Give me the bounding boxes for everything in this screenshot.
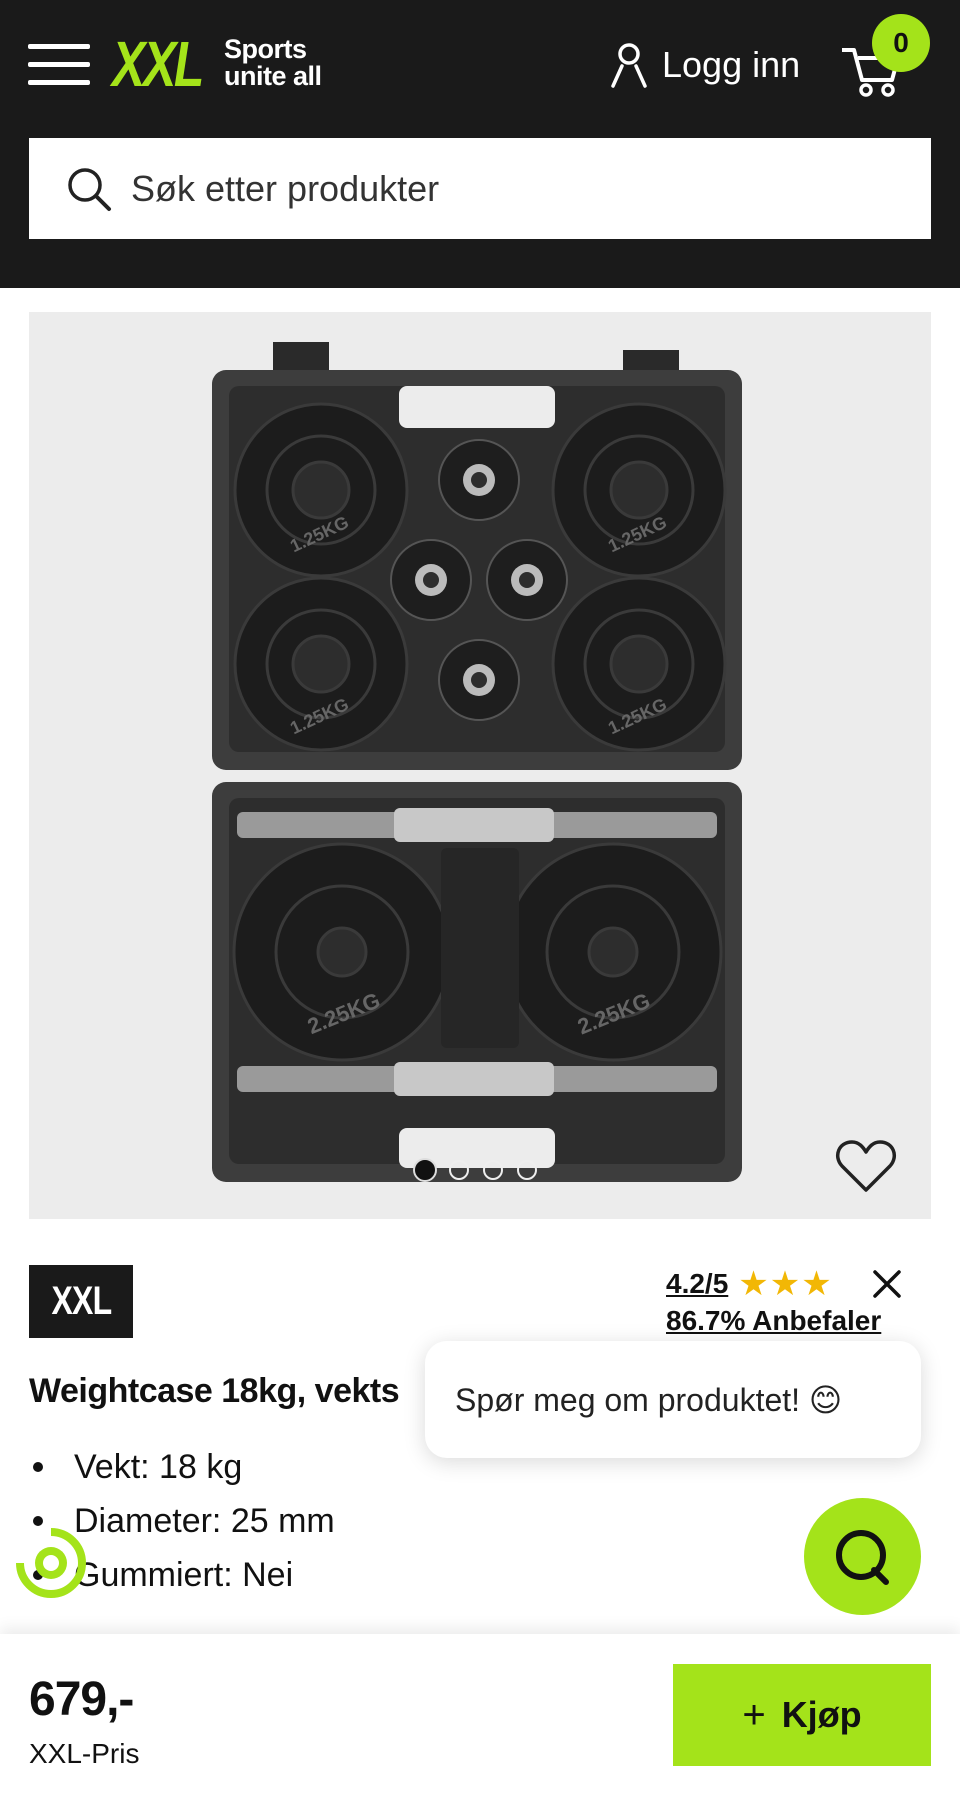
user-icon (611, 43, 647, 88)
logo-tagline: Sports unite all (224, 34, 322, 91)
purchase-bar: 679,- XXL-Pris + Kjøp (0, 1634, 960, 1799)
gallery-dots (415, 1160, 537, 1180)
login-button[interactable]: Logg inn (610, 38, 800, 92)
spec-item: Vekt: 18 kg (29, 1440, 335, 1494)
plus-icon: + (742, 1692, 766, 1737)
product-image: 1.25KG 1.25KG 1.25KG 1.25KG 2.25KG 2.25K… (212, 342, 742, 1182)
gallery-dot[interactable] (415, 1160, 435, 1180)
menu-icon[interactable] (28, 44, 90, 86)
buy-button[interactable]: + Kjøp (673, 1664, 931, 1766)
site-header: XXL Sports unite all Logg inn 0 (0, 0, 960, 288)
product-title: Weightcase 18kg, vekts (29, 1372, 400, 1410)
gallery-dot[interactable] (517, 1160, 537, 1180)
chat-button[interactable] (804, 1498, 921, 1615)
buy-label: Kjøp (781, 1694, 862, 1735)
price: 679,- (29, 1673, 134, 1726)
heart-icon[interactable] (835, 1138, 897, 1194)
login-label: Logg inn (662, 44, 801, 85)
search-icon (68, 167, 111, 211)
gallery-dot[interactable] (449, 1160, 469, 1180)
brand-logo[interactable]: XXL (29, 1265, 133, 1338)
recommend-percentage[interactable]: 86.7% Anbefaler (666, 1305, 881, 1337)
chat-prompt-bubble[interactable]: Spør meg om produktet! 😊 (425, 1341, 921, 1458)
price-label: XXL-Pris (29, 1738, 140, 1769)
logo-text: XXL (112, 28, 204, 100)
product-image-gallery[interactable]: 1.25KG 1.25KG 1.25KG 1.25KG 2.25KG 2.25K… (29, 312, 931, 1219)
rating-score: 4.2/5 (666, 1268, 729, 1299)
recycle-icon[interactable] (16, 1528, 86, 1598)
chat-icon (835, 1529, 889, 1585)
close-icon[interactable] (870, 1267, 904, 1301)
search-input[interactable] (131, 167, 851, 210)
star-icon: ★★★ (738, 1265, 833, 1303)
gallery-dot[interactable] (483, 1160, 503, 1180)
cart-count-badge[interactable]: 0 (872, 14, 930, 72)
product-rating[interactable]: 4.2/5 ★★★ (666, 1264, 833, 1304)
search-bar[interactable] (29, 138, 931, 239)
